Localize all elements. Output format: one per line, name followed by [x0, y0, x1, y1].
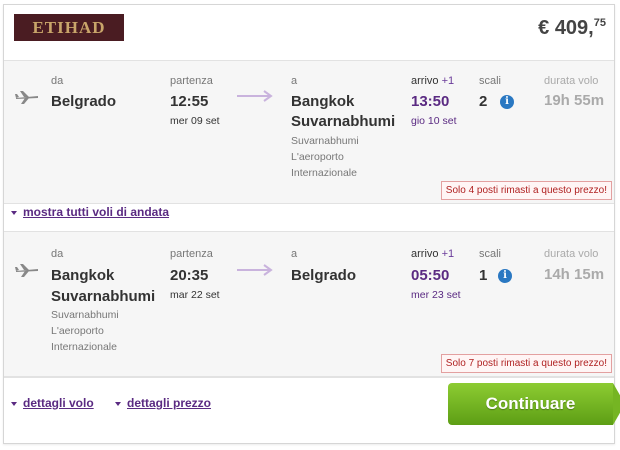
from-city-line2: Suvarnabhumi: [51, 288, 156, 305]
price-integer: 409,: [554, 17, 594, 39]
duration-label: durata volo: [544, 248, 599, 260]
airplane-icon: [15, 264, 38, 277]
price-decimals: 75: [593, 17, 606, 29]
from-label: da: [51, 75, 64, 87]
stops-label: scali: [479, 75, 502, 87]
duration-value: 14h 15m: [544, 266, 605, 283]
caret-down-icon: [115, 401, 121, 406]
arrival-plus: +1: [441, 75, 455, 87]
to-airport-line1: Suvarnabhumi: [291, 135, 359, 147]
flight-details-text: dettagli volo: [23, 396, 94, 410]
caret-down-icon: [11, 401, 17, 406]
show-all-outbound-text: mostra tutti voli di andata: [23, 205, 170, 219]
departure-time: 20:35: [170, 267, 209, 284]
arrival-time: 13:50: [411, 93, 450, 110]
arrival-label: arrivo +1: [411, 75, 454, 87]
departure-date: mar 22 set: [170, 289, 220, 301]
arrival-date: mer 23 set: [411, 289, 461, 301]
card-header: ETIHAD € 409,75: [4, 5, 614, 55]
stops-label: scali: [479, 248, 502, 260]
to-airport-line2: L'aeroporto: [291, 151, 344, 163]
to-city-line1: Bangkok: [291, 93, 355, 110]
stops-count: 1: [479, 267, 488, 284]
departure-label: partenza: [170, 75, 213, 87]
duration-label: durata volo: [544, 75, 599, 87]
seats-warning: Solo 4 posti rimasti a questo prezzo!: [440, 181, 612, 200]
departure-date: mer 09 set: [170, 115, 220, 127]
flight-result-card: ETIHAD € 409,75 da Belgrado partenza 12:…: [3, 4, 620, 444]
seats-warning: Solo 7 posti rimasti a questo prezzo!: [440, 354, 612, 373]
from-airport-line2: L'aeroporto: [51, 325, 104, 337]
etihad-logo: ETIHAD: [14, 14, 124, 41]
stops-count: 2: [479, 93, 488, 110]
show-all-outbound-link[interactable]: mostra tutti voli di andata: [11, 205, 169, 219]
from-label: da: [51, 248, 64, 260]
departure-label: partenza: [170, 248, 213, 260]
departure-time: 12:55: [170, 93, 209, 110]
footer-divider: [4, 377, 614, 378]
price-details-link[interactable]: dettagli prezzo: [115, 396, 211, 410]
info-icon[interactable]: i: [500, 95, 514, 109]
from-city: Belgrado: [51, 93, 117, 110]
info-icon[interactable]: i: [498, 269, 512, 283]
continue-button[interactable]: Continuare: [448, 383, 620, 425]
total-price: € 409,75: [538, 17, 606, 40]
to-airport-line3: Internazionale: [291, 167, 357, 179]
caret-down-icon: [11, 210, 17, 215]
to-label: a: [291, 248, 298, 260]
flight-details-link[interactable]: dettagli volo: [11, 396, 94, 410]
price-currency: €: [538, 17, 550, 39]
outbound-segment: da Belgrado partenza 12:55 mer 09 set a …: [4, 60, 614, 204]
to-label: a: [291, 75, 298, 87]
arrival-date: gio 10 set: [411, 115, 457, 127]
from-city-line1: Bangkok: [51, 267, 115, 284]
price-details-text: dettagli prezzo: [127, 396, 212, 410]
arrival-label-text: arrivo: [411, 248, 439, 260]
to-city-line2: Suvarnabhumi: [291, 113, 396, 130]
arrival-label: arrivo +1: [411, 248, 454, 260]
to-city: Belgrado: [291, 267, 357, 284]
arrival-time: 05:50: [411, 267, 450, 284]
airplane-icon: [15, 91, 38, 104]
right-arrow-icon: [237, 264, 273, 276]
inbound-segment: da Bangkok Suvarnabhumi Suvarnabhumi L'a…: [4, 231, 614, 377]
arrival-plus: +1: [441, 248, 455, 260]
arrival-label-text: arrivo: [411, 75, 439, 87]
right-arrow-icon: [237, 90, 273, 102]
from-airport-line3: Internazionale: [51, 341, 117, 353]
duration-value: 19h 55m: [544, 92, 605, 109]
from-airport-line1: Suvarnabhumi: [51, 309, 119, 321]
